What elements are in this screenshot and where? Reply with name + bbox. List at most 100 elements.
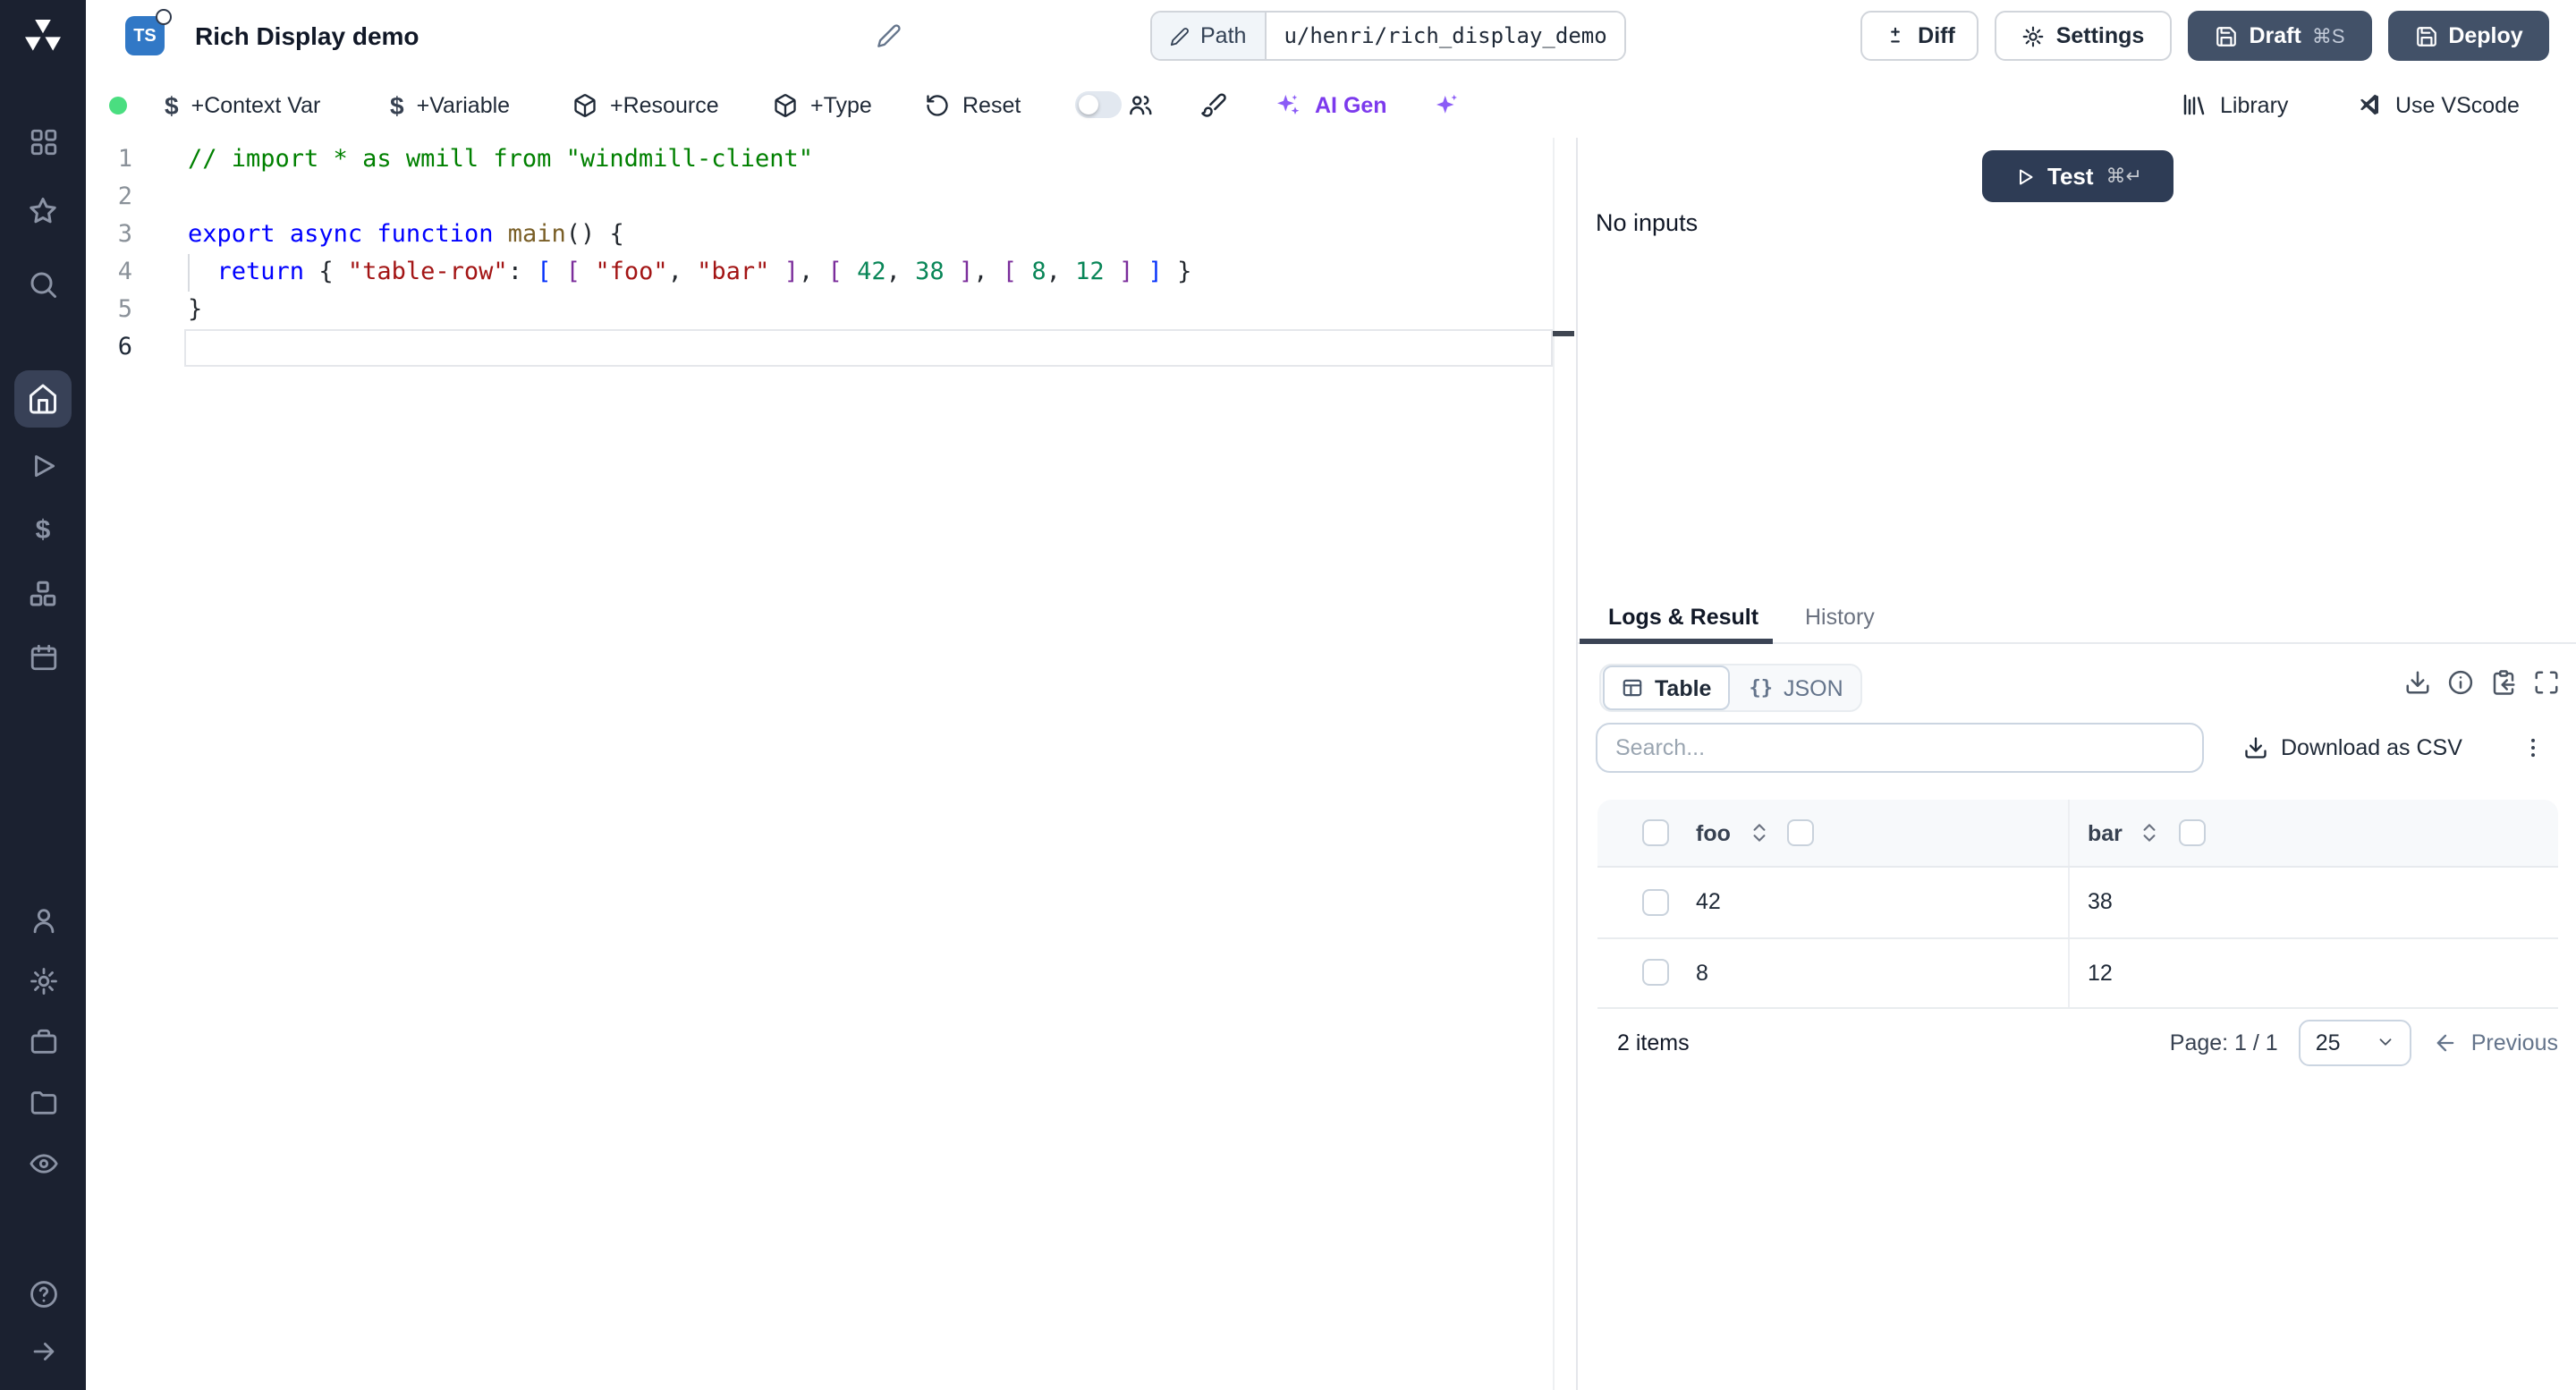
- kebab-menu-icon[interactable]: [2517, 723, 2549, 773]
- editor-toolbar: $ +Context Var $ +Variable +Resource +Ty…: [86, 72, 2576, 140]
- package-icon: [773, 92, 798, 117]
- code-line[interactable]: 5}: [86, 292, 1191, 329]
- pencil-icon: [1170, 26, 1190, 46]
- result-table-body: 42 38 8 12: [1597, 868, 2558, 1009]
- ai-gen-button[interactable]: AI Gen: [1274, 72, 1387, 138]
- settings-button[interactable]: Settings: [1995, 11, 2172, 61]
- collaborators-button[interactable]: [1127, 72, 1154, 138]
- ai-assistant-button[interactable]: [1433, 72, 1460, 138]
- search-input[interactable]: [1596, 723, 2204, 773]
- sidebar-item-runs[interactable]: [0, 436, 86, 494]
- select-all-checkbox[interactable]: [1642, 800, 1669, 866]
- column-header-bar[interactable]: bar: [2088, 800, 2123, 866]
- draft-button[interactable]: Draft ⌘S: [2188, 11, 2372, 61]
- download-icon[interactable]: [2404, 669, 2431, 696]
- topbar: TS Rich Display demo Path u/henri/rich_d…: [86, 0, 2576, 73]
- code-line[interactable]: 3 export async function main() {: [86, 216, 1191, 254]
- sidebar-item-schedules[interactable]: [0, 628, 86, 685]
- page-size-select[interactable]: 25: [2299, 1019, 2412, 1065]
- arrow-left-icon: [2434, 1030, 2459, 1055]
- column-checkbox[interactable]: [2179, 800, 2206, 866]
- column-divider: [2068, 800, 2070, 866]
- tab-history[interactable]: History: [1805, 590, 1875, 642]
- format-button[interactable]: [1200, 72, 1227, 138]
- cell-foo: 8: [1696, 960, 1708, 986]
- add-context-var-button[interactable]: $ +Context Var: [165, 72, 320, 138]
- sidebar-item-search[interactable]: [0, 256, 86, 313]
- code-line[interactable]: 4 return { "table-row": [ [ "foo", "bar"…: [86, 254, 1192, 292]
- clipboard-copy-icon[interactable]: [2490, 669, 2517, 696]
- grid-icon: [28, 126, 58, 157]
- column-checkbox[interactable]: [1787, 800, 1814, 866]
- code-editor[interactable]: 1// import * as wmill from "windmill-cli…: [86, 138, 1578, 1390]
- info-icon[interactable]: [2447, 669, 2474, 696]
- code-line[interactable]: 1// import * as wmill from "windmill-cli…: [86, 141, 1191, 179]
- deploy-button[interactable]: Deploy: [2388, 11, 2549, 61]
- edit-title-pencil-icon[interactable]: [877, 23, 902, 48]
- test-button[interactable]: Test ⌘↵: [1982, 150, 2174, 202]
- sidebar-item-favorites[interactable]: [0, 182, 86, 240]
- sparkles-icon: [1274, 90, 1302, 119]
- dollar-icon: $: [390, 90, 404, 119]
- sidebar-item-help[interactable]: [0, 1265, 86, 1322]
- star-icon: [27, 195, 59, 227]
- add-resource-button[interactable]: +Resource: [572, 72, 719, 138]
- windmill-app: $ TS Rich Display demo Path u/henri/rich…: [0, 0, 2576, 1390]
- cell-foo: 42: [1696, 889, 1721, 915]
- result-actions: [2404, 669, 2560, 696]
- view-json-button[interactable]: {} JSON: [1733, 667, 1859, 708]
- library-button[interactable]: Library: [2181, 72, 2288, 138]
- diff-mode-toggle[interactable]: [1075, 91, 1122, 118]
- maximize-icon[interactable]: [2533, 669, 2560, 696]
- active-tab-underline: [1580, 639, 1773, 644]
- result-view-toggle: Table {} JSON: [1599, 664, 1863, 712]
- add-type-button[interactable]: +Type: [773, 72, 872, 138]
- status-dot: [109, 96, 127, 114]
- test-shortcut: ⌘↵: [2106, 166, 2142, 188]
- sort-icon[interactable]: [1748, 800, 1771, 866]
- diff-button[interactable]: Diff: [1860, 11, 1979, 61]
- package-icon: [572, 92, 597, 117]
- path-control: Path u/henri/rich_display_demo: [1150, 11, 1627, 61]
- run-panel: Test ⌘↵ No inputs Logs & Result History …: [1578, 138, 2576, 1390]
- sidebar-item-folders[interactable]: [0, 1073, 86, 1131]
- braces-icon: {}: [1749, 676, 1773, 699]
- no-inputs-text: No inputs: [1596, 209, 1699, 236]
- users-icon: [1127, 91, 1154, 118]
- gear-icon: [2022, 24, 2046, 47]
- tab-logs-result[interactable]: Logs & Result: [1608, 590, 1758, 642]
- download-icon: [2243, 735, 2268, 760]
- gear-icon: [28, 965, 58, 996]
- arrow-right-icon: [28, 1335, 58, 1366]
- column-divider: [2068, 868, 2070, 937]
- path-edit-button[interactable]: Path: [1152, 13, 1267, 59]
- column-header-foo[interactable]: foo: [1696, 800, 1731, 866]
- previous-page-button[interactable]: Previous: [2434, 1030, 2558, 1055]
- download-csv-button[interactable]: Download as CSV: [2243, 723, 2462, 773]
- sidebar-item-jobs[interactable]: [0, 1013, 86, 1070]
- sidebar-item-resources[interactable]: [0, 565, 86, 623]
- path-value[interactable]: u/henri/rich_display_demo: [1266, 13, 1625, 59]
- sidebar-item-workers[interactable]: [0, 891, 86, 948]
- sidebar-item-audit-logs[interactable]: [0, 1134, 86, 1191]
- windmill-logo[interactable]: [21, 14, 64, 57]
- code-lines: 1// import * as wmill from "windmill-cli…: [86, 141, 1192, 367]
- code-line[interactable]: 6: [86, 329, 1191, 367]
- view-table-button[interactable]: Table: [1603, 665, 1730, 710]
- row-checkbox[interactable]: [1642, 868, 1669, 937]
- dollar-icon: $: [35, 514, 51, 545]
- use-vscode-button[interactable]: Use VScode: [2356, 72, 2520, 138]
- reset-button[interactable]: Reset: [925, 72, 1021, 138]
- sidebar-expand-button[interactable]: [0, 1322, 86, 1379]
- items-count: 2 items: [1617, 1030, 1690, 1055]
- sort-icon[interactable]: [2138, 800, 2161, 866]
- sidebar-item-settings[interactable]: [0, 952, 86, 1009]
- add-variable-button[interactable]: $ +Variable: [390, 72, 510, 138]
- chevron-down-icon: [2377, 1032, 2396, 1052]
- briefcase-icon: [28, 1026, 58, 1056]
- sidebar-item-variables[interactable]: $: [0, 501, 86, 558]
- code-line[interactable]: 2: [86, 179, 1191, 216]
- sidebar-item-apps[interactable]: [0, 113, 86, 170]
- row-checkbox[interactable]: [1642, 938, 1669, 1007]
- sidebar-item-home[interactable]: [14, 370, 72, 428]
